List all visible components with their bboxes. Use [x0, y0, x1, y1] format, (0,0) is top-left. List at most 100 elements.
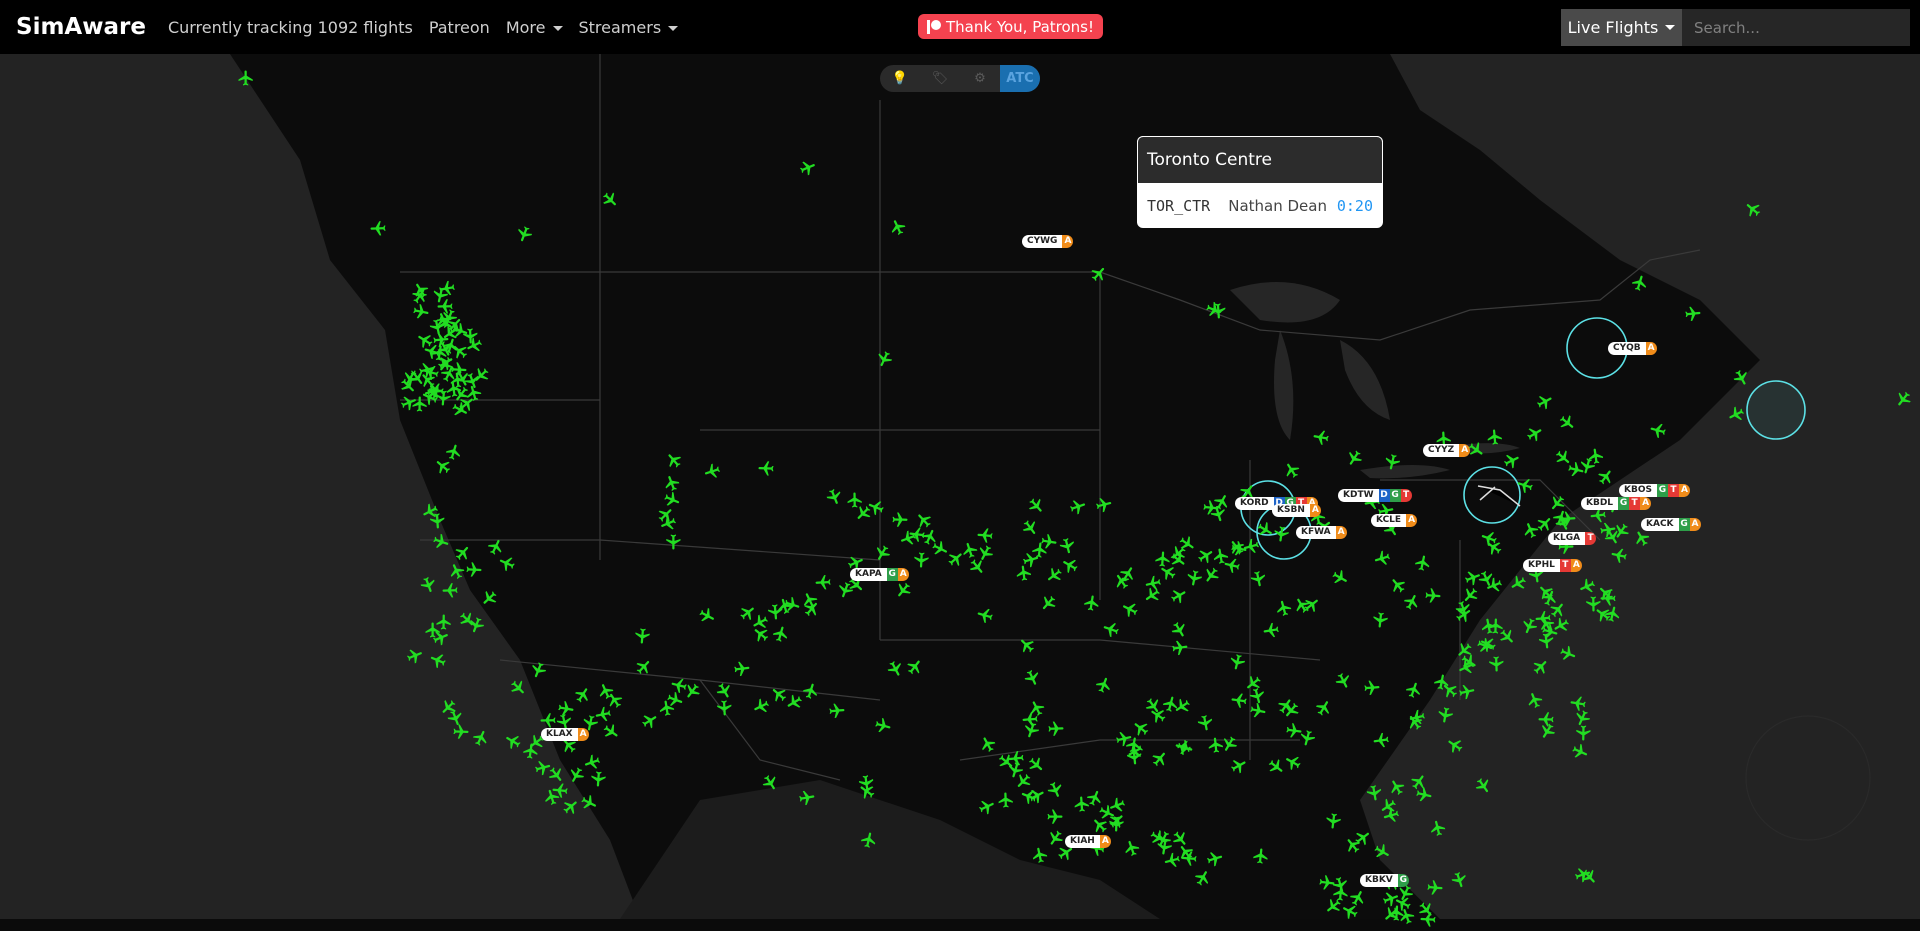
atc-badge-a: A [1645, 341, 1657, 355]
atc-badge-t: T [1667, 483, 1679, 497]
aircraft-icon[interactable] [1261, 620, 1282, 641]
aircraft-icon[interactable] [1419, 910, 1438, 929]
airport-label-kiah[interactable]: KIAH A [1065, 834, 1111, 848]
atc-toggle[interactable]: ATC [1000, 65, 1040, 92]
atc-badge-a: A [1570, 558, 1582, 572]
aircraft-icon[interactable] [1487, 655, 1506, 674]
airport-label-kfwa[interactable]: KFWA A [1296, 525, 1347, 539]
gear-icon[interactable]: ⚙ [960, 65, 1000, 92]
chevron-down-icon [552, 25, 563, 31]
aircraft-icon[interactable] [1170, 638, 1190, 658]
aircraft-icon[interactable] [1537, 710, 1555, 728]
brand-logo[interactable]: SimAware [16, 14, 146, 40]
aircraft-icon[interactable] [1047, 720, 1066, 739]
aircraft-icon[interactable] [1683, 304, 1703, 324]
airport-label-kcle[interactable]: KCLE A [1371, 513, 1418, 527]
aircraft-icon[interactable] [1323, 811, 1343, 831]
airport-code: KSBN [1272, 503, 1310, 517]
aircraft-icon[interactable] [441, 581, 460, 600]
aircraft-icon[interactable] [237, 69, 255, 87]
aircraft-icon[interactable] [1574, 724, 1592, 742]
aircraft-icon[interactable] [1247, 568, 1268, 589]
popup-title: Toronto Centre [1137, 136, 1383, 184]
aircraft-icon[interactable] [1485, 427, 1505, 447]
aircraft-icon[interactable] [1478, 615, 1499, 636]
aircraft-icon[interactable] [369, 219, 388, 238]
airport-label-kack[interactable]: KACK G A [1641, 517, 1701, 531]
airport-label-kapa[interactable]: KAPA G A [850, 567, 909, 581]
tags-icon[interactable]: 🏷 [920, 65, 960, 92]
aircraft-icon[interactable] [1153, 549, 1172, 568]
nav-streamers-dropdown[interactable]: Streamers [579, 18, 679, 37]
aircraft-icon[interactable] [1208, 301, 1227, 320]
search-input[interactable] [1682, 9, 1910, 46]
airport-label-klga[interactable]: KLGA T [1548, 531, 1597, 545]
aircraft-icon[interactable] [448, 370, 468, 390]
aircraft-icon[interactable] [1371, 730, 1391, 750]
airport-label-kphl[interactable]: KPHL T A [1523, 558, 1582, 572]
aircraft-icon[interactable] [757, 459, 776, 478]
aircraft-icon[interactable] [1536, 631, 1556, 651]
airport-label-klax[interactable]: KLAX A [541, 727, 589, 741]
popup-row: TOR_CTR Nathan Dean 0:20 [1137, 184, 1383, 228]
aircraft-icon[interactable] [846, 491, 864, 509]
aircraft-icon[interactable] [437, 278, 458, 299]
aircraft-icon[interactable] [1179, 848, 1198, 867]
patrons-label: Thank You, Patrons! [946, 17, 1095, 36]
aircraft-icon[interactable] [997, 791, 1016, 810]
live-flights-dropdown[interactable]: Live Flights [1561, 9, 1682, 46]
aircraft-icon[interactable] [1370, 610, 1390, 630]
aircraft-icon[interactable] [814, 573, 833, 592]
atc-badge-d: D [1378, 488, 1390, 502]
nav-more-dropdown[interactable]: More [506, 18, 563, 37]
airport-label-kbdl[interactable]: KBDL G T A [1581, 496, 1652, 510]
aircraft-icon[interactable] [1423, 586, 1442, 605]
airport-label-kdtw[interactable]: KDTW D G T [1338, 488, 1412, 502]
aircraft-icon[interactable] [1331, 883, 1351, 903]
airport-code: KLGA [1548, 531, 1586, 545]
airport-label-cyqb[interactable]: CYQB A [1608, 341, 1657, 355]
aircraft-icon[interactable] [1142, 572, 1163, 593]
aircraft-icon[interactable] [1194, 712, 1215, 733]
aircraft-icon[interactable] [975, 525, 995, 545]
aircraft-icon[interactable] [657, 698, 678, 719]
nav-patreon-link[interactable]: Patreon [429, 18, 490, 37]
aircraft-icon[interactable] [664, 533, 682, 551]
aircraft-icon[interactable] [465, 561, 484, 580]
aircraft-icon[interactable] [827, 701, 847, 721]
airport-label-kbkv[interactable]: KBKV G [1360, 873, 1409, 887]
aircraft-icon[interactable] [891, 511, 909, 529]
patrons-button[interactable]: Thank You, Patrons! [918, 14, 1104, 39]
airport-label-cywg[interactable]: CYWG A [1022, 234, 1074, 248]
aircraft-icon[interactable] [797, 788, 818, 809]
aircraft-icon[interactable] [1251, 846, 1271, 866]
aircraft-icon[interactable] [588, 769, 607, 788]
aircraft-icon[interactable] [632, 626, 652, 646]
airport-code: KCLE [1371, 513, 1407, 527]
aircraft-icon[interactable] [1029, 844, 1050, 865]
aircraft-icon[interactable] [1206, 735, 1226, 755]
aircraft-icon[interactable] [1456, 681, 1477, 702]
bulb-icon[interactable]: 💡 [880, 65, 920, 92]
aircraft-icon[interactable] [1362, 678, 1381, 697]
aircraft-icon[interactable] [1271, 524, 1291, 544]
aircraft-icon[interactable] [912, 551, 931, 570]
aircraft-icon[interactable] [1425, 878, 1445, 898]
aircraft-icon[interactable] [521, 741, 541, 761]
aircraft-icon[interactable] [1311, 427, 1332, 448]
aircraft-icon[interactable] [1412, 552, 1433, 573]
aircraft-icon[interactable] [1284, 721, 1304, 741]
aircraft-icon[interactable] [1183, 567, 1204, 588]
atc-badge-a: A [1459, 443, 1471, 457]
aircraft-icon[interactable] [1435, 705, 1456, 726]
aircraft-icon[interactable] [732, 659, 752, 679]
aircraft-icon[interactable] [1431, 671, 1452, 692]
online-time: 0:20 [1336, 197, 1373, 215]
airport-label-ksbn[interactable]: KSBN A [1272, 503, 1321, 517]
airport-label-kbos[interactable]: KBOS G T A [1619, 483, 1690, 497]
aircraft-icon[interactable] [1082, 593, 1103, 614]
airport-label-cyyz[interactable]: CYYZ A [1423, 443, 1471, 457]
aircraft-icon[interactable] [1046, 808, 1064, 826]
airport-code: CYWG [1022, 234, 1063, 248]
aircraft-icon[interactable] [1608, 544, 1629, 565]
